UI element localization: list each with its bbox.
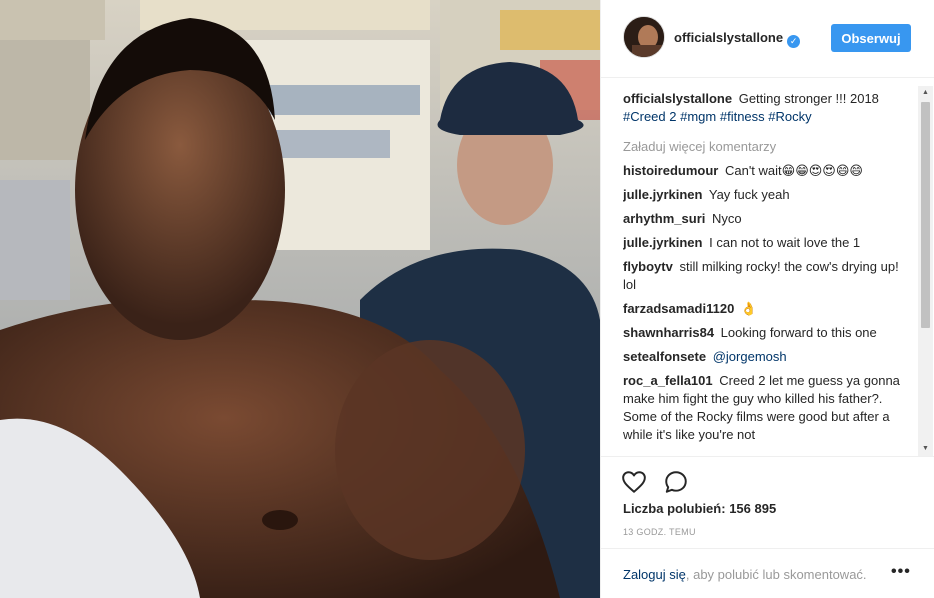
comment-item: farzadsamadi1120 👌 [623,300,915,318]
more-options-icon[interactable]: ••• [891,563,911,581]
comment-username[interactable]: julle.jyrkinen [623,187,702,202]
comment-text: Yay fuck yeah [708,187,790,202]
comment-username[interactable]: julle.jyrkinen [623,235,702,250]
likes-count[interactable]: Liczba polubień: 156 895 [623,501,776,516]
header-username[interactable]: officialslystallone ✓ [674,30,801,48]
comment-text: Nyco [712,211,742,226]
comment-item: roc_a_fella101 Creed 2 let me guess ya g… [623,372,915,444]
comments-scrollbar[interactable]: ▲ ▼ [918,86,933,456]
comment-item: shawnharris84 Looking forward to this on… [623,324,915,342]
scrollbar-thumb[interactable] [921,102,930,328]
comment-item: flyboytv still milking rocky! the cow's … [623,258,915,294]
comment-item: arhythm_suri Nyco [623,210,915,228]
login-prompt: Zaloguj się, aby polubić lub skomentować… [601,548,934,598]
comment-username[interactable]: setealfonsete [623,349,706,364]
mention-link[interactable]: @jorgemosh [713,349,787,364]
comment-username[interactable]: roc_a_fella101 [623,373,713,388]
comment-username[interactable]: flyboytv [623,259,673,274]
likes-number: 156 895 [729,501,777,516]
comment-username[interactable]: histoiredumour [623,163,718,178]
comments-list: officialslystallone Getting stronger !!!… [623,90,915,456]
comment-item: histoiredumour Can't wait😁😁😍😍😄😄 [623,162,915,180]
comment-text: Can't wait😁😁😍😍😄😄 [724,163,863,178]
login-prompt-text: Zaloguj się, aby polubić lub skomentować… [623,567,867,582]
avatar[interactable] [623,16,665,58]
hashtag-rocky[interactable]: #Rocky [768,109,811,124]
heart-icon[interactable] [621,469,647,495]
comment-item: setealfonsete @jorgemosh [623,348,915,366]
comment-text: 👌 [740,301,758,316]
verified-badge-icon: ✓ [787,35,801,48]
caption-username[interactable]: officialslystallone [623,91,732,106]
header-username-text[interactable]: officialslystallone [674,30,783,45]
comment-text: Looking forward to this one [720,325,877,340]
follow-button[interactable]: Obserwuj [831,24,911,52]
likes-label: Liczba polubień: [623,501,726,516]
post-header: officialslystallone ✓ Obserwuj [601,0,934,78]
hashtag-creed2[interactable]: #Creed 2 [623,109,676,124]
post-timestamp: 13 GODZ. TEMU [623,527,696,537]
login-link[interactable]: Zaloguj się [623,567,686,582]
caption: officialslystallone Getting stronger !!!… [623,90,915,126]
post-side-panel: officialslystallone ✓ Obserwuj officialsl… [600,0,934,598]
scroll-up-arrow-icon[interactable]: ▲ [918,86,933,100]
hashtag-mgm[interactable]: #mgm [680,109,716,124]
comment-username[interactable]: shawnharris84 [623,325,714,340]
comment-icon[interactable] [663,469,689,495]
comment-username[interactable]: arhythm_suri [623,211,705,226]
load-more-comments-link[interactable]: Załaduj więcej komentarzy [623,138,915,156]
comment-username[interactable]: farzadsamadi1120 [623,301,734,316]
caption-text: Getting stronger !!! 2018 [738,91,879,106]
scroll-down-arrow-icon[interactable]: ▼ [918,442,933,456]
comment-item: julle.jyrkinen I can not to wait love th… [623,234,915,252]
comment-item: julle.jyrkinen Yay fuck yeah [623,186,915,204]
avatar-image [624,17,664,57]
post-actions: Liczba polubień: 156 895 13 GODZ. TEMU [601,456,934,556]
login-prompt-rest: , aby polubić lub skomentować. [685,567,867,582]
post-image [0,0,600,598]
post-photo[interactable] [0,0,600,598]
hashtag-fitness[interactable]: #fitness [720,109,765,124]
comment-text: I can not to wait love the 1 [709,235,861,250]
